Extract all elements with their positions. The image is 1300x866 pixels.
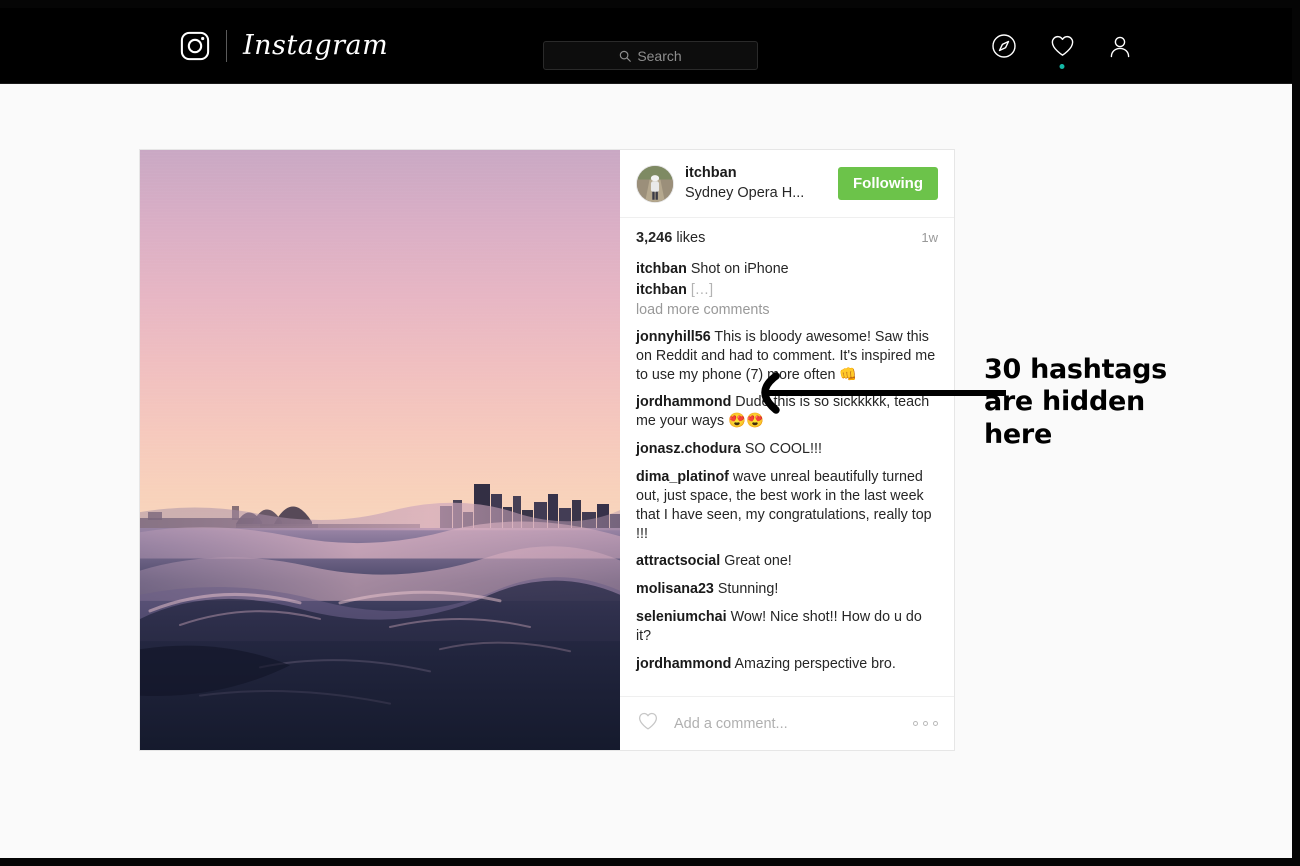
comment-item: jonnyhill56 This is bloody awesome! Saw … [636, 328, 938, 385]
comment-text: Amazing perspective bro. [734, 655, 896, 672]
brand-wordmark: Instagram [243, 30, 389, 61]
comment-text: Stunning! [717, 581, 779, 598]
explore-compass-icon[interactable] [990, 32, 1018, 60]
hidden-hashtags-username[interactable]: itchban [636, 282, 687, 298]
profile-person-icon[interactable] [1106, 32, 1134, 60]
load-more-comments-link[interactable]: load more comments [636, 302, 938, 318]
comment-username[interactable]: jordhammond [636, 656, 731, 672]
post-footer: Add a comment... [620, 696, 954, 750]
likes-number: 3,246 [636, 230, 673, 247]
comment-item: jordhammond Amazing perspective bro. [636, 655, 938, 674]
comment-username[interactable]: attractsocial [636, 553, 720, 569]
navbar-icons [990, 32, 1134, 69]
comment-item: jordhammond Dude this is so sickkkkk, te… [636, 393, 938, 431]
following-button[interactable]: Following [838, 167, 938, 201]
comment-item: jonasz.chodura SO COOL!!! [636, 440, 938, 459]
instagram-camera-icon[interactable] [180, 31, 210, 61]
window-frame-bottom [0, 858, 1300, 866]
brand-divider [226, 29, 227, 62]
comment-item: seleniumchai Wow! Nice shot!! How do u d… [636, 608, 938, 646]
hidden-hashtags-ellipsis[interactable]: […] [691, 282, 713, 298]
activity-notification-dot [1059, 63, 1065, 69]
comment-username[interactable]: molisana23 [636, 581, 714, 597]
post-photo[interactable] [140, 150, 620, 750]
comment-username[interactable]: dima_platinof [636, 469, 729, 485]
comment-username[interactable]: jonnyhill56 [636, 329, 711, 345]
brand-logo[interactable]: Instagram [180, 29, 389, 62]
post-card: itchban Sydney Opera H... Following 3,24… [139, 149, 955, 751]
comment-text: Great one! [724, 553, 792, 570]
comment-item: molisana23 Stunning! [636, 580, 938, 599]
likes-count[interactable]: 3,246 likes [636, 230, 705, 246]
window-frame-right [1292, 0, 1300, 866]
annotation-line-3: here [984, 418, 1052, 450]
post-header: itchban Sydney Opera H... Following [620, 150, 954, 219]
avatar[interactable] [636, 164, 674, 203]
caption-username[interactable]: itchban [636, 261, 687, 277]
comment-item: dima_platinof wave unreal beautifully tu… [636, 468, 938, 543]
caption-block: itchban Shot on iPhone itchban […] [636, 260, 938, 300]
post-header-text: itchban Sydney Opera H... [685, 164, 827, 203]
annotation-line-1: 30 hashtags [984, 354, 1167, 385]
photo-waves [140, 502, 620, 750]
comment-text: SO COOL!!! [744, 441, 822, 458]
post-caption: itchban Shot on iPhone [636, 260, 938, 279]
add-comment-input[interactable]: Add a comment... [674, 716, 899, 732]
post-timestamp: 1w [921, 230, 938, 246]
post-location[interactable]: Sydney Opera H... [685, 184, 827, 204]
hidden-hashtags-comment: itchban […] [636, 281, 938, 300]
caption-text: Shot on iPhone [690, 261, 789, 278]
page-body: itchban Sydney Opera H... Following 3,24… [0, 84, 1292, 858]
activity-heart-icon[interactable] [1048, 32, 1076, 69]
comments-list: itchban Shot on iPhone itchban […] load … [620, 250, 954, 696]
search-icon [619, 50, 632, 62]
likes-label: likes [676, 230, 706, 247]
comment-username[interactable]: jonasz.chodura [636, 441, 741, 457]
instagram-navbar: Instagram Search [0, 8, 1292, 84]
annotation-text: 30 hashtags are hidden here [984, 354, 1214, 451]
window-frame-top [0, 0, 1300, 8]
post-details-panel: itchban Sydney Opera H... Following 3,24… [620, 150, 954, 750]
comment-item: attractsocial Great one! [636, 552, 938, 571]
annotation-line-2: are hidden [984, 386, 1145, 418]
screenshot-root: Instagram Search itchban Sydney Opera H.… [0, 0, 1300, 866]
three-dots-icon[interactable] [913, 721, 938, 726]
comment-username[interactable]: jordhammond [636, 394, 731, 410]
heart-outline-icon[interactable] [636, 709, 660, 738]
search-placeholder: Search [637, 47, 682, 64]
comment-username[interactable]: seleniumchai [636, 609, 727, 625]
search-input[interactable]: Search [543, 41, 758, 70]
post-meta-row: 3,246 likes 1w [620, 218, 954, 250]
post-username[interactable]: itchban [685, 164, 827, 184]
avatar-image [637, 165, 673, 202]
